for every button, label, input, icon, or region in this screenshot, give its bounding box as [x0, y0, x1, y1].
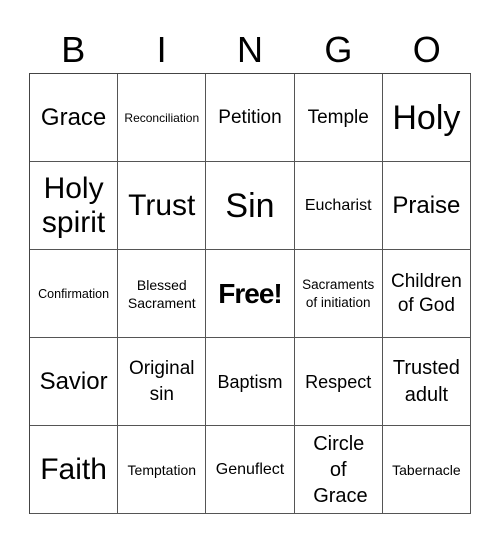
- bingo-cell[interactable]: Original sin: [118, 338, 207, 426]
- bingo-cell[interactable]: Eucharist: [294, 162, 383, 250]
- bingo-cell[interactable]: Savior: [30, 338, 119, 426]
- bingo-cell[interactable]: Children of God: [382, 250, 471, 338]
- cell-text: Tabernacle: [392, 461, 461, 478]
- cell-text: Respect: [305, 371, 372, 392]
- bingo-cell[interactable]: Tabernacle: [382, 426, 471, 514]
- cell-text: Original sin: [129, 357, 195, 405]
- cell-text: Blessed Sacrament: [127, 276, 196, 311]
- bingo-cell[interactable]: Confirmation: [30, 250, 119, 338]
- cell-text: Temple: [307, 107, 369, 128]
- cell-text: Grace: [40, 103, 107, 131]
- cell-text: Children of God: [391, 270, 462, 316]
- bingo-cell[interactable]: Circle of Grace: [294, 426, 383, 514]
- bingo-header: B I N G O: [29, 28, 471, 72]
- cell-text: Praise: [392, 191, 461, 219]
- bingo-cell[interactable]: Holy spirit: [30, 162, 119, 250]
- bingo-cell[interactable]: Praise: [382, 162, 471, 250]
- bingo-cell[interactable]: Blessed Sacrament: [118, 250, 207, 338]
- bingo-cell[interactable]: Faith: [30, 426, 119, 514]
- bingo-cell[interactable]: Trusted adult: [382, 338, 471, 426]
- bingo-cell[interactable]: Reconciliation: [118, 74, 207, 162]
- cell-text: Faith: [40, 452, 107, 486]
- cell-text: Genuflect: [215, 460, 285, 478]
- cell-text: Holy spirit: [41, 171, 106, 239]
- cell-text: Sin: [225, 186, 275, 225]
- bingo-cell[interactable]: Trust: [118, 162, 207, 250]
- cell-text: Baptism: [217, 371, 283, 392]
- bingo-cell[interactable]: Sacraments of initiation: [294, 250, 383, 338]
- header-letter-i: I: [156, 29, 167, 70]
- header-letter-o: O: [412, 29, 441, 70]
- cell-text: Eucharist: [304, 196, 372, 214]
- cell-text: Trust: [128, 188, 196, 222]
- header-letter-g: G: [324, 29, 353, 70]
- bingo-cell[interactable]: Genuflect: [206, 426, 295, 514]
- bingo-grid: Grace Reconciliation Petition Temple Hol…: [29, 73, 471, 514]
- bingo-cell[interactable]: Sin: [206, 162, 295, 250]
- bingo-cell[interactable]: Baptism: [206, 338, 295, 426]
- cell-text: Savior: [39, 367, 108, 395]
- cell-text: Reconciliation: [124, 110, 200, 125]
- bingo-cell[interactable]: Holy: [382, 74, 471, 162]
- cell-text: Temptation: [127, 461, 197, 478]
- bingo-cell[interactable]: Respect: [294, 338, 383, 426]
- bingo-cell[interactable]: Temple: [294, 74, 383, 162]
- cell-text: Petition: [218, 107, 282, 128]
- cell-text: Holy: [392, 98, 461, 137]
- header-letter-b: B: [61, 29, 86, 70]
- cell-text: Confirmation: [38, 286, 110, 301]
- cell-text: Trusted adult: [392, 356, 460, 406]
- bingo-cell[interactable]: Petition: [206, 74, 295, 162]
- cell-text: Sacraments of initiation: [302, 276, 375, 310]
- free-space-text: Free!: [218, 277, 282, 309]
- header-letter-n: N: [236, 29, 263, 70]
- cell-text: Circle of Grace: [313, 432, 368, 507]
- bingo-cell[interactable]: Grace: [30, 74, 119, 162]
- free-space[interactable]: Free!: [206, 250, 295, 338]
- bingo-cell[interactable]: Temptation: [118, 426, 207, 514]
